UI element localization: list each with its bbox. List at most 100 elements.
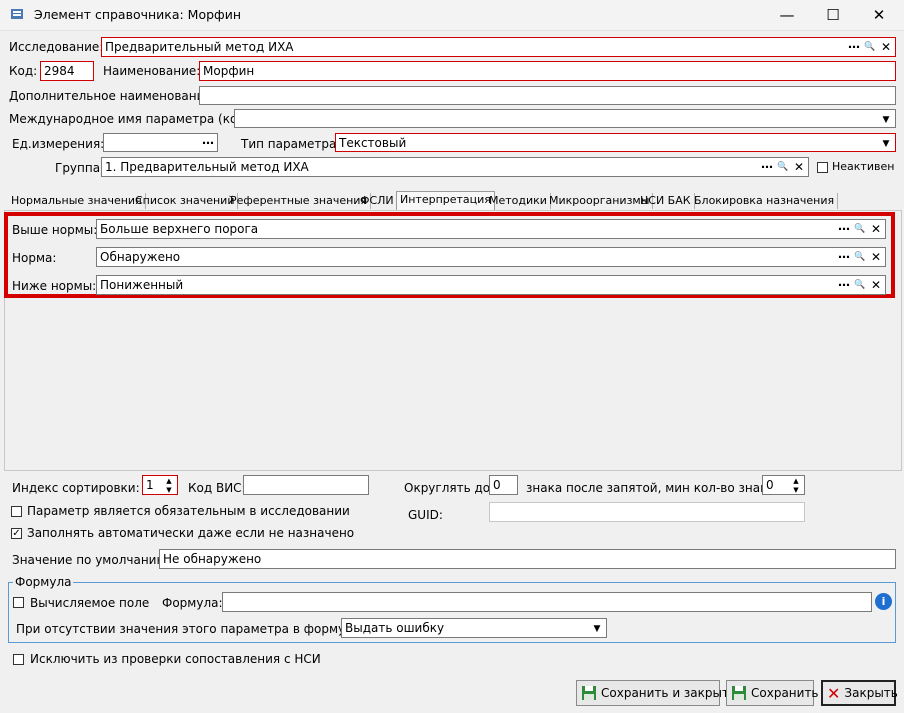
chevron-down-icon[interactable]: ▼ — [878, 135, 894, 151]
save-icon — [731, 684, 747, 702]
group-label: Группа: — [55, 161, 105, 175]
tab-block-assignment[interactable]: Блокировка назначения — [691, 193, 839, 209]
dots-icon[interactable]: ⋯ — [836, 221, 852, 237]
default-value-field[interactable]: Не обнаружено — [159, 549, 896, 569]
param-type-label: Тип параметра: — [241, 137, 341, 151]
inactive-checkbox[interactable] — [817, 162, 828, 173]
inactive-label: Неактивен — [832, 160, 895, 173]
search-icon[interactable]: 🔍 — [852, 277, 868, 293]
save-button[interactable]: Сохранить — [726, 680, 819, 706]
save-icon — [581, 684, 597, 702]
spin-up-icon[interactable]: ▲ — [789, 477, 803, 486]
dots-icon[interactable]: ⋯ — [836, 249, 852, 265]
close-window-button[interactable]: ✕ — [856, 0, 902, 30]
dots-icon[interactable]: ⋯ — [200, 135, 216, 151]
sort-index-value: 1 — [146, 478, 154, 492]
vis-code-field[interactable] — [243, 475, 369, 495]
search-icon[interactable]: 🔍 — [862, 39, 878, 55]
autofill-checkbox[interactable]: ✓ — [11, 528, 22, 539]
spin-down-icon[interactable]: ▼ — [789, 486, 803, 494]
above-norm-label: Выше нормы: — [12, 223, 98, 237]
required-checkbox[interactable] — [11, 506, 22, 517]
clear-icon[interactable]: ✕ — [868, 221, 884, 237]
tab-methods[interactable]: Методики — [486, 193, 551, 209]
dots-icon[interactable]: ⋯ — [846, 39, 862, 55]
min-digits-value: 0 — [766, 478, 774, 492]
intl-name-label: Международное имя параметра (код): — [9, 112, 255, 126]
formula-legend: Формула — [13, 574, 74, 590]
group-value: 1. Предварительный метод ИХА — [105, 160, 309, 174]
tab-value-list[interactable]: Список значений — [132, 193, 239, 209]
spin-down-icon[interactable]: ▼ — [162, 486, 176, 494]
param-type-value: Текстовый — [339, 136, 407, 150]
computed-field-label: Вычисляемое поле — [30, 596, 150, 610]
autofill-label: Заполнять автоматически даже если не наз… — [27, 526, 355, 540]
dots-icon[interactable]: ⋯ — [836, 277, 852, 293]
info-icon[interactable]: i — [875, 593, 892, 610]
name-label: Наименование: — [103, 64, 201, 78]
app-icon — [10, 7, 24, 21]
study-label: Исследование: — [9, 40, 104, 54]
close-button[interactable]: ✕ Закрыть — [821, 680, 898, 706]
close-icon: ✕ — [827, 683, 841, 703]
round-label: Округлять до — [404, 481, 491, 495]
sort-index-stepper[interactable]: 1 ▲ ▼ — [142, 475, 178, 495]
missing-value-value: Выдать ошибку — [345, 621, 445, 635]
min-digits-stepper[interactable]: 0 ▲ ▼ — [762, 475, 805, 495]
below-norm-label: Ниже нормы: — [12, 279, 97, 293]
formula-label: Формула: — [162, 596, 223, 610]
tab-fsli[interactable]: ФСЛИ — [357, 193, 398, 209]
below-norm-field[interactable]: Пониженный ⋯ 🔍 ✕ — [96, 275, 886, 295]
search-icon[interactable]: 🔍 — [852, 221, 868, 237]
above-norm-field[interactable]: Больше верхнего порога ⋯ 🔍 ✕ — [96, 219, 886, 239]
intl-name-combo[interactable]: ▼ — [234, 109, 896, 128]
sort-index-label: Индекс сортировки: — [12, 481, 140, 495]
guid-field[interactable] — [489, 502, 805, 522]
norm-field[interactable]: Обнаружено ⋯ 🔍 ✕ — [96, 247, 886, 267]
formula-field[interactable] — [222, 592, 872, 612]
search-icon[interactable]: 🔍 — [852, 249, 868, 265]
spin-up-icon[interactable]: ▲ — [162, 477, 176, 486]
additional-name-field[interactable] — [199, 86, 896, 105]
additional-name-label: Дополнительное наименование: — [9, 89, 216, 103]
search-icon[interactable]: 🔍 — [775, 159, 791, 175]
code-label: Код: — [9, 64, 38, 78]
clear-icon[interactable]: ✕ — [791, 159, 807, 175]
below-norm-value: Пониженный — [100, 278, 184, 292]
decimals-label: знака после запятой, мин кол-во знаков — [526, 481, 782, 495]
close-label: Закрыть — [844, 686, 898, 700]
param-type-combo[interactable]: Текстовый ▼ — [335, 133, 896, 152]
round-field[interactable]: 0 — [489, 475, 518, 495]
study-field[interactable]: Предварительный метод ИХА ⋯ 🔍 ✕ — [101, 37, 896, 57]
computed-field-checkbox[interactable] — [13, 597, 24, 608]
check-icon: ✓ — [12, 528, 21, 539]
tab-nsi-bak[interactable]: НСИ БАК — [637, 193, 695, 209]
missing-value-label: При отсутствии значения этого параметра … — [16, 622, 365, 636]
save-and-close-button[interactable]: Сохранить и закрыть — [576, 680, 736, 706]
tab-normal-values[interactable]: Нормальные значения — [8, 193, 146, 209]
minimize-button[interactable]: — — [764, 0, 810, 30]
tab-reference-values[interactable]: Референтные значения — [227, 193, 372, 209]
required-label: Параметр является обязательным в исследо… — [27, 504, 350, 518]
study-value: Предварительный метод ИХА — [105, 40, 294, 54]
norm-value: Обнаружено — [100, 250, 181, 264]
guid-label: GUID: — [408, 508, 443, 522]
code-field[interactable]: 2984 — [40, 61, 94, 81]
chevron-down-icon[interactable]: ▼ — [878, 111, 894, 127]
group-field[interactable]: 1. Предварительный метод ИХА ⋯ 🔍 ✕ — [101, 157, 809, 177]
tab-interpretation[interactable]: Интерпретация — [396, 191, 495, 211]
dots-icon[interactable]: ⋯ — [759, 159, 775, 175]
exclude-nsi-checkbox[interactable] — [13, 654, 24, 665]
window-title: Элемент справочника: Морфин — [34, 7, 242, 22]
norm-label: Норма: — [12, 251, 57, 265]
vis-code-label: Код ВИС: — [188, 481, 246, 495]
clear-icon[interactable]: ✕ — [868, 249, 884, 265]
clear-icon[interactable]: ✕ — [878, 39, 894, 55]
chevron-down-icon[interactable]: ▼ — [589, 620, 605, 637]
save-and-close-label: Сохранить и закрыть — [601, 686, 737, 700]
clear-icon[interactable]: ✕ — [868, 277, 884, 293]
unit-field[interactable]: ⋯ — [103, 133, 218, 152]
maximize-button[interactable]: ☐ — [810, 0, 856, 30]
missing-value-combo[interactable]: Выдать ошибку ▼ — [341, 618, 607, 638]
name-field[interactable]: Морфин — [199, 61, 896, 81]
